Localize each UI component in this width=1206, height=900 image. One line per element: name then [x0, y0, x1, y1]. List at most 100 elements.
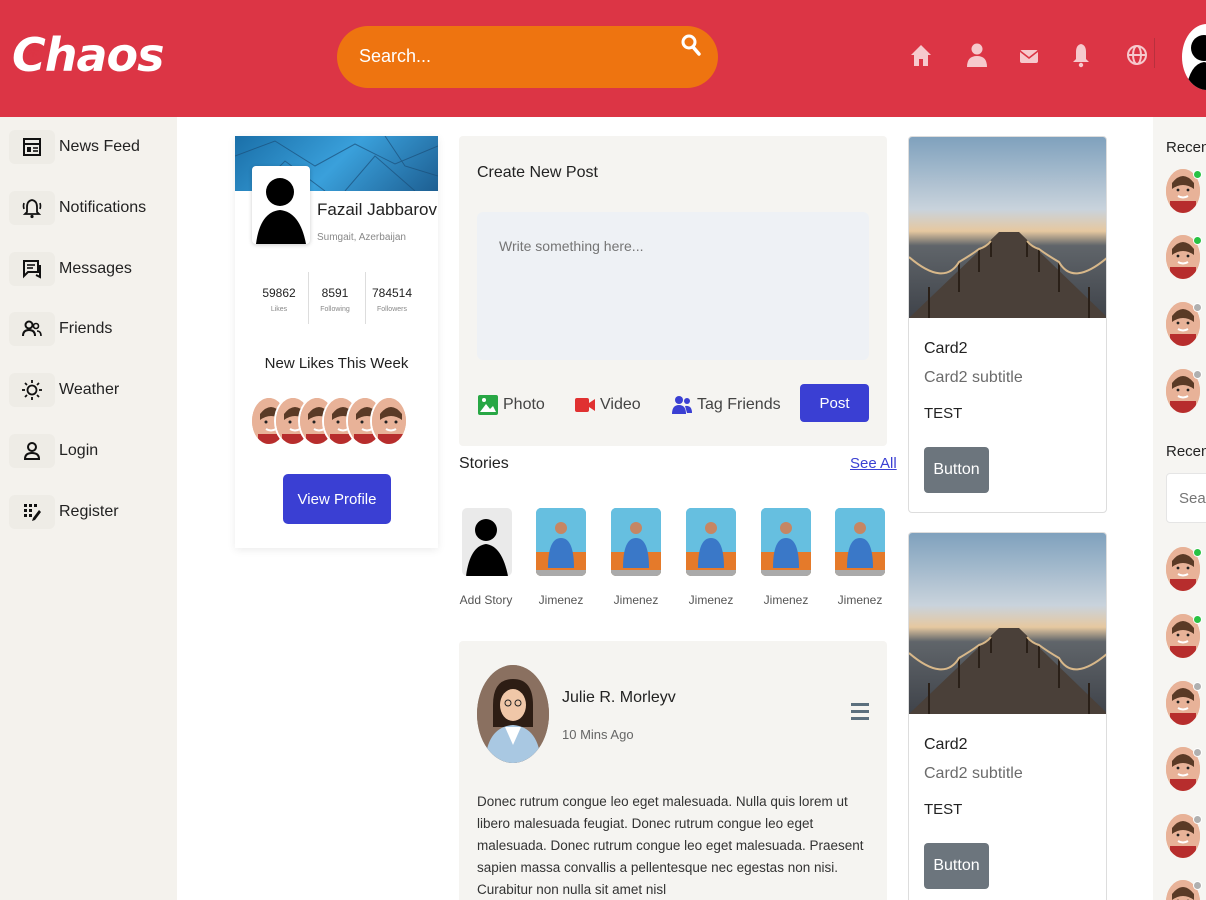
- tag-friends-action[interactable]: Tag Friends: [671, 394, 781, 416]
- likers-avatars: [250, 396, 410, 446]
- sidebar-item-messages[interactable]: Messages: [9, 249, 174, 289]
- stat-value: 8591: [321, 286, 349, 300]
- post-time: 10 Mins Ago: [562, 727, 634, 742]
- card-title: Card2: [924, 340, 968, 357]
- offline-status-dot: [1193, 881, 1202, 890]
- hamburger-menu-icon[interactable]: [850, 701, 870, 723]
- card-subtitle: Card2 subtitle: [924, 765, 1023, 782]
- post-author-avatar[interactable]: [477, 665, 549, 763]
- post-textarea[interactable]: [477, 212, 869, 360]
- stat-label: Following: [320, 306, 350, 313]
- sidebar-item-label: Weather: [59, 381, 120, 398]
- online-status-dot: [1193, 236, 1202, 245]
- sidebar-item-register[interactable]: Register: [9, 492, 174, 532]
- card-title: Card2: [924, 736, 968, 753]
- top-header: Chaos Search...: [0, 0, 1206, 117]
- right-panel: Recent Recent: [1153, 117, 1206, 900]
- contacts-search-input[interactable]: [1166, 473, 1206, 523]
- create-post-title: Create New Post: [477, 164, 598, 181]
- create-post-panel: Create New Post Photo Video Tag Friends …: [459, 136, 887, 446]
- profile-name: Fazail Jabbarov: [317, 200, 438, 219]
- newspaper-icon: [9, 130, 55, 164]
- search-icon[interactable]: [681, 34, 701, 56]
- story-thumb[interactable]: [761, 508, 811, 576]
- pier-image: [909, 137, 1106, 318]
- story-thumb[interactable]: [686, 508, 736, 576]
- mail-icon[interactable]: [1016, 40, 1042, 70]
- photo-action[interactable]: Photo: [477, 394, 545, 416]
- stat-label: Likes: [270, 306, 288, 313]
- card-text: TEST: [924, 801, 963, 818]
- card-button[interactable]: Button: [924, 447, 989, 493]
- recent-heading: Recent: [1166, 139, 1206, 156]
- offline-status-dot: [1193, 748, 1202, 757]
- stat-value: 784514: [371, 286, 413, 300]
- sidebar-item-notifications[interactable]: Notifications: [9, 188, 174, 228]
- stat-following: 8591 Following: [307, 286, 363, 313]
- tag-friends-label: Tag Friends: [697, 396, 781, 413]
- sidebar-item-label: Notifications: [59, 199, 147, 216]
- header-avatar[interactable]: [1182, 24, 1206, 90]
- sidebar-item-label: Messages: [59, 260, 132, 277]
- bell-ring-icon: [9, 191, 55, 225]
- post-body: Donec rutrum congue leo eget malesuada. …: [477, 794, 864, 897]
- bell-icon[interactable]: [1068, 40, 1094, 70]
- messages-icon: [9, 252, 55, 286]
- card-button[interactable]: Button: [924, 843, 989, 889]
- recent-heading: Recent: [1166, 443, 1206, 460]
- video-label: Video: [600, 396, 641, 413]
- user-icon[interactable]: [964, 40, 990, 70]
- story-thumb[interactable]: [835, 508, 885, 576]
- sidebar-item-friends[interactable]: Friends: [9, 309, 174, 349]
- pier-image: [909, 533, 1106, 714]
- login-user-icon: [9, 434, 55, 468]
- post-button[interactable]: Post: [800, 384, 869, 422]
- app-logo[interactable]: Chaos: [12, 28, 165, 82]
- search-bar[interactable]: Search...: [337, 26, 718, 88]
- story-label: Add Story: [459, 593, 513, 607]
- globe-icon[interactable]: [1124, 40, 1150, 70]
- sidebar-item-label: Register: [59, 503, 119, 520]
- video-icon: [575, 398, 595, 412]
- offline-status-dot: [1193, 370, 1202, 379]
- card-subtitle: Card2 subtitle: [924, 369, 1023, 386]
- profile-avatar[interactable]: [252, 166, 310, 244]
- add-story-thumb[interactable]: [462, 508, 512, 576]
- image-card: Card2 Card2 subtitle TEST Button: [908, 136, 1107, 513]
- sun-icon: [9, 373, 55, 407]
- post-author[interactable]: Julie R. Morleyv: [562, 689, 676, 707]
- story-label: Jimenez: [837, 593, 883, 607]
- feed-post: Julie R. Morleyv 10 Mins Ago Donec rutru…: [459, 641, 887, 900]
- sidebar-item-news-feed[interactable]: News Feed: [9, 127, 174, 167]
- sidebar-item-login[interactable]: Login: [9, 431, 174, 471]
- sidebar-item-label: News Feed: [59, 138, 140, 155]
- online-status-dot: [1193, 615, 1202, 624]
- story-label: Jimenez: [763, 593, 809, 607]
- sidebar-item-label: Friends: [59, 320, 113, 337]
- story-thumb[interactable]: [536, 508, 586, 576]
- offline-status-dot: [1193, 815, 1202, 824]
- story-thumb[interactable]: [611, 508, 661, 576]
- stat-likes: 59862 Likes: [251, 286, 307, 313]
- view-profile-button[interactable]: View Profile: [283, 474, 391, 524]
- image-card: Card2 Card2 subtitle TEST Button: [908, 532, 1107, 900]
- see-all-link[interactable]: See All: [850, 455, 897, 472]
- friends-icon: [9, 312, 55, 346]
- offline-status-dot: [1193, 682, 1202, 691]
- home-icon[interactable]: [908, 40, 934, 70]
- sidebar-item-weather[interactable]: Weather: [9, 370, 174, 410]
- photo-icon: [478, 395, 498, 415]
- profile-location: Sumgait, Azerbaijan: [317, 232, 406, 243]
- online-status-dot: [1193, 170, 1202, 179]
- stat-value: 59862: [262, 286, 296, 300]
- liker-avatar[interactable]: [370, 396, 408, 446]
- tag-friends-icon: [672, 396, 692, 414]
- video-action[interactable]: Video: [574, 394, 641, 416]
- offline-status-dot: [1193, 303, 1202, 312]
- card-text: TEST: [924, 405, 963, 422]
- photo-label: Photo: [503, 396, 545, 413]
- search-input[interactable]: Search...: [359, 46, 431, 67]
- stat-label: Followers: [377, 306, 407, 313]
- header-divider: [1154, 38, 1155, 68]
- stat-followers: 784514 Followers: [364, 286, 420, 313]
